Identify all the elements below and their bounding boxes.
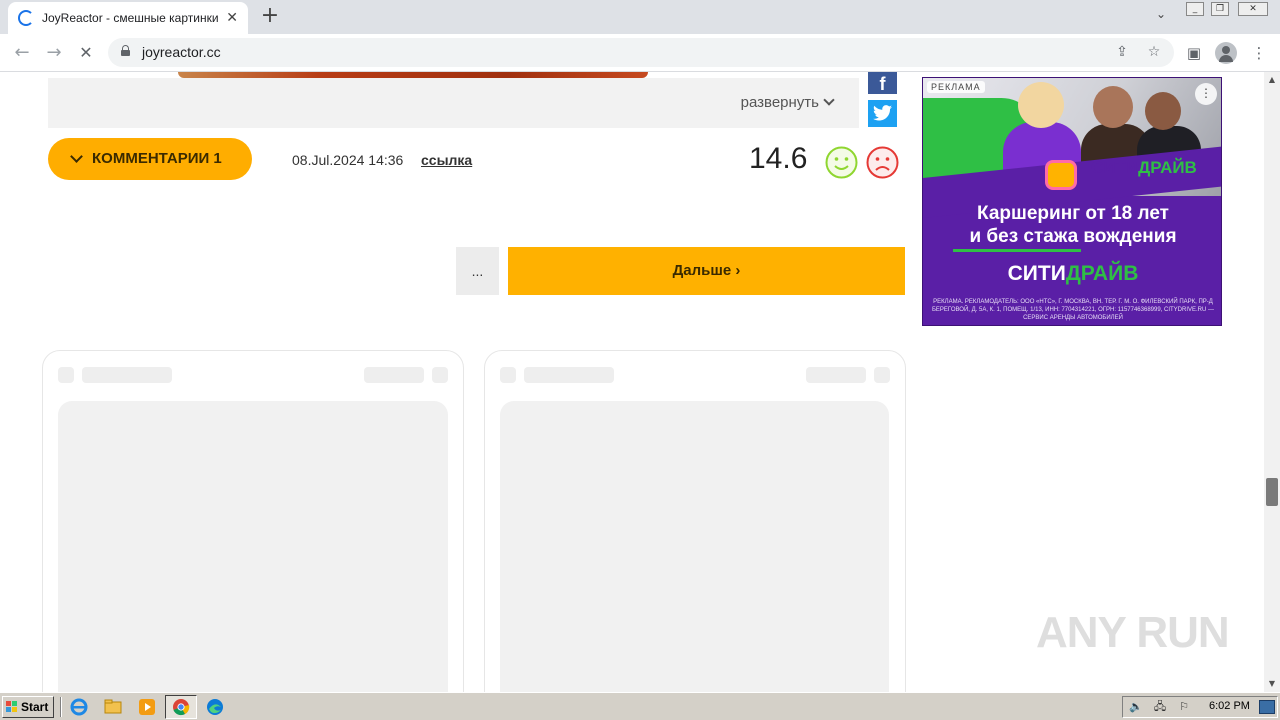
ad-legal-text: РЕКЛАМА. РЕКЛАМОДАТЕЛЬ: ООО «НТС», Г. МО… bbox=[931, 299, 1215, 321]
comments-toggle-button[interactable]: КОММЕНТАРИИ 1 bbox=[48, 138, 252, 180]
browser-tab[interactable]: JoyReactor - смешные картинки и ✕ bbox=[8, 2, 248, 34]
expand-post-link[interactable]: развернуть bbox=[740, 94, 835, 111]
ad-headline: Каршеринг от 18 лет и без стажа вождения bbox=[969, 203, 1177, 247]
post-rating: 14.6 bbox=[749, 142, 808, 175]
comments-label: КОММЕНТАРИИ 1 bbox=[92, 150, 222, 167]
new-tab-button[interactable]: + bbox=[258, 5, 282, 29]
forward-arrow-icon[interactable]: → bbox=[42, 42, 66, 66]
start-button[interactable]: Start bbox=[2, 696, 54, 718]
folder-icon[interactable] bbox=[104, 698, 122, 716]
windows-taskbar: Start 🔈 🖧 ⚐ 6:02 PM bbox=[0, 692, 1280, 720]
skeleton-avatar bbox=[500, 367, 516, 383]
skeleton-avatar bbox=[58, 367, 74, 383]
browser-tabstrip: JoyReactor - смешные картинки и ✕ + ⌄ _ … bbox=[0, 0, 1280, 34]
twitter-share-icon[interactable] bbox=[868, 100, 897, 127]
ad-brand-logo: СИТИДРАЙВ bbox=[1091, 158, 1197, 177]
post-card-placeholder bbox=[484, 350, 906, 692]
skeleton-image bbox=[58, 401, 448, 692]
pagination-more-button[interactable]: ... bbox=[456, 247, 499, 295]
post-permalink[interactable]: ссылка bbox=[421, 152, 472, 168]
close-tab-icon[interactable]: ✕ bbox=[226, 10, 238, 26]
restore-window-button[interactable]: ❐ bbox=[1211, 2, 1229, 16]
skeleton-action bbox=[874, 367, 890, 383]
post-card-placeholder bbox=[42, 350, 464, 692]
chevron-down-icon bbox=[70, 150, 83, 163]
chevron-down-icon bbox=[823, 94, 835, 106]
skeleton-meta bbox=[806, 367, 866, 383]
back-arrow-icon[interactable]: ← bbox=[10, 42, 34, 66]
internet-explorer-icon[interactable] bbox=[70, 698, 88, 716]
browser-toolbar: ← → ✕ joyreactor.cc ⇪ ☆ ▣ ⋮ bbox=[0, 34, 1280, 72]
share-icon[interactable]: ⇪ bbox=[1112, 42, 1132, 62]
post-date: 08.Jul.2024 14:36 bbox=[292, 152, 404, 168]
media-player-icon[interactable] bbox=[138, 698, 156, 716]
kebab-menu-icon[interactable]: ⋮ bbox=[1248, 42, 1270, 64]
show-desktop-icon[interactable] bbox=[1259, 700, 1275, 714]
chrome-icon[interactable] bbox=[172, 698, 190, 716]
loading-spinner-icon bbox=[18, 10, 34, 26]
action-center-flag-icon[interactable]: ⚐ bbox=[1177, 700, 1191, 714]
profile-avatar-icon[interactable] bbox=[1215, 42, 1237, 64]
side-panel-icon[interactable]: ▣ bbox=[1183, 42, 1205, 64]
vote-down-frown-icon[interactable] bbox=[866, 146, 899, 179]
ad-brand-name: СИТИДРАЙВ bbox=[1007, 262, 1139, 285]
skeleton-title bbox=[524, 367, 614, 383]
scroll-thumb[interactable] bbox=[1266, 478, 1278, 506]
tab-search-chevron-icon[interactable]: ⌄ bbox=[1152, 7, 1170, 25]
page-scrollbar[interactable]: ▲ ▼ bbox=[1264, 72, 1280, 692]
skeleton-meta bbox=[364, 367, 424, 383]
ad-label: РЕКЛАМА bbox=[927, 81, 985, 93]
ad-options-icon[interactable]: ⋮ bbox=[1195, 83, 1217, 105]
windows-logo-icon bbox=[6, 701, 18, 713]
address-bar[interactable]: joyreactor.cc ⇪ ☆ bbox=[108, 38, 1174, 67]
anyrun-watermark: ANY RUN bbox=[1036, 608, 1230, 657]
scroll-down-arrow-icon[interactable]: ▼ bbox=[1264, 676, 1280, 692]
minimize-window-button[interactable]: _ bbox=[1186, 2, 1204, 16]
ad-banner[interactable]: РЕКЛАМА ⋮ СИТИДРАЙВ Каршеринг от 18 лет … bbox=[922, 77, 1222, 326]
skeleton-title bbox=[82, 367, 172, 383]
volume-icon[interactable]: 🔈 bbox=[1129, 700, 1143, 714]
facebook-share-icon[interactable]: f bbox=[868, 72, 897, 94]
tab-title: JoyReactor - смешные картинки и bbox=[42, 11, 219, 25]
skeleton-image bbox=[500, 401, 889, 692]
lock-icon[interactable] bbox=[121, 45, 130, 56]
vote-up-smile-icon[interactable] bbox=[825, 146, 858, 179]
scroll-up-arrow-icon[interactable]: ▲ bbox=[1264, 72, 1280, 88]
skeleton-action bbox=[432, 367, 448, 383]
clock: 6:02 PM bbox=[1209, 700, 1250, 712]
expand-label: развернуть bbox=[740, 94, 819, 111]
edge-icon[interactable] bbox=[206, 698, 224, 716]
stop-loading-icon[interactable]: ✕ bbox=[74, 42, 98, 66]
system-tray: 🔈 🖧 ⚐ 6:02 PM bbox=[1122, 696, 1278, 718]
address-url[interactable]: joyreactor.cc bbox=[142, 44, 221, 60]
post-expand-bar: развернуть bbox=[48, 78, 859, 128]
close-window-button[interactable]: ✕ bbox=[1238, 2, 1268, 16]
page-viewport: развернуть f КОММЕНТАРИИ 1 08.Jul.2024 1… bbox=[0, 72, 1264, 692]
bookmark-star-icon[interactable]: ☆ bbox=[1144, 42, 1164, 62]
next-page-button[interactable]: Дальше › bbox=[508, 247, 905, 295]
network-icon[interactable]: 🖧 bbox=[1153, 700, 1167, 714]
gift-icon bbox=[1045, 160, 1077, 190]
